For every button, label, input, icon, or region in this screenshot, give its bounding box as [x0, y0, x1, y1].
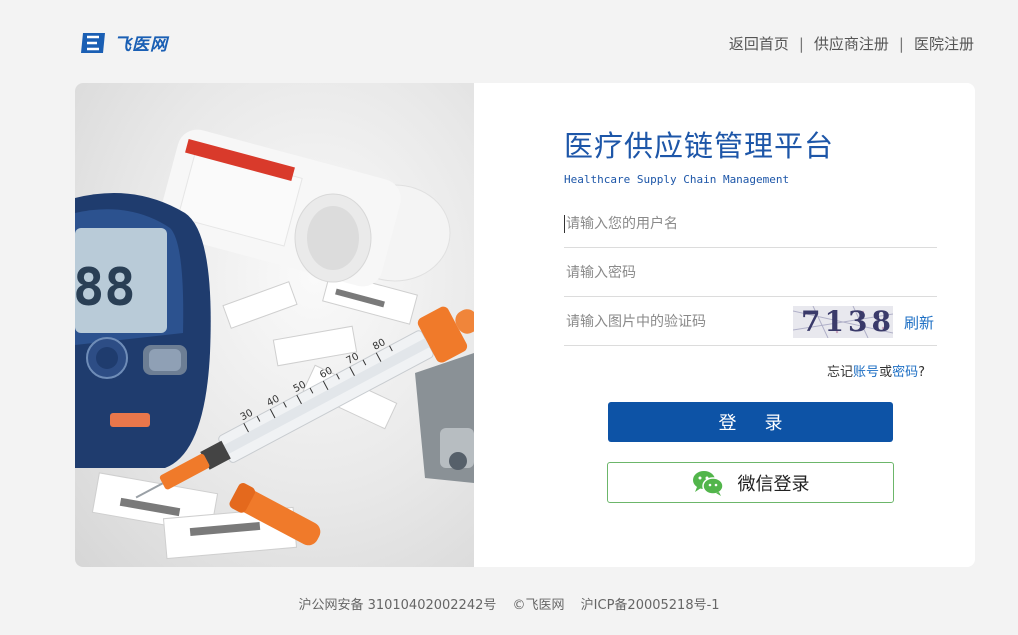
- medical-supplies-illustration: 88 30 40 50 60 70 80: [75, 129, 474, 560]
- forgot-prefix: 忘记: [827, 365, 854, 380]
- nav-separator: |: [798, 34, 804, 53]
- wechat-login-button[interactable]: 微信登录: [607, 462, 894, 503]
- captcha-field: 7138 刷新: [564, 297, 937, 346]
- meter-display-digits: 88: [75, 258, 136, 318]
- captcha-input[interactable]: [566, 311, 786, 333]
- login-card: 88 30 40 50 60 70 80 医疗供应链管理平台 Healthcar…: [75, 83, 975, 567]
- captcha-image[interactable]: 7138: [793, 306, 893, 338]
- nav-separator: |: [898, 34, 904, 53]
- footer-beian: 沪公网安备 31010402002242号: [298, 598, 497, 613]
- text-caret: [564, 215, 565, 233]
- hero-image: 88 30 40 50 60 70 80: [75, 83, 474, 567]
- login-form: 医疗供应链管理平台 Healthcare Supply Chain Manage…: [564, 83, 937, 567]
- header: 飞医网 返回首页 | 供应商注册 | 医院注册: [0, 0, 1018, 83]
- password-input[interactable]: [566, 262, 786, 284]
- username-input[interactable]: [566, 213, 786, 235]
- footer-copyright: ©飞医网: [512, 598, 565, 613]
- logo-text: 飞医网: [114, 35, 168, 55]
- password-field: [564, 248, 937, 297]
- wechat-login-label: 微信登录: [737, 473, 810, 495]
- nav-hospital-register-link[interactable]: 医院注册: [914, 33, 974, 54]
- forgot-suffix: ?: [918, 365, 925, 380]
- forgot-or: 或: [879, 365, 893, 380]
- login-button[interactable]: 登录: [608, 402, 893, 442]
- top-nav: 返回首页 | 供应商注册 | 医院注册: [729, 33, 974, 54]
- forgot-credentials: 忘记账号或密码?: [827, 361, 925, 380]
- footer: 沪公网安备 31010402002242号 ©飞医网 沪ICP备20005218…: [0, 594, 1018, 613]
- username-field: [564, 199, 937, 248]
- wechat-icon: [692, 470, 724, 496]
- captcha-text: 7138: [801, 306, 893, 338]
- logo[interactable]: 飞医网: [80, 30, 168, 55]
- page-title: 医疗供应链管理平台: [564, 129, 835, 163]
- logo-icon: [81, 32, 105, 53]
- forgot-password-link[interactable]: 密码: [892, 365, 918, 380]
- forgot-account-link[interactable]: 账号: [853, 365, 879, 380]
- refresh-captcha-link[interactable]: 刷新: [904, 312, 934, 333]
- nav-home-link[interactable]: 返回首页: [729, 33, 789, 54]
- footer-icp-link[interactable]: 沪ICP备20005218号-1: [581, 598, 720, 613]
- page-subtitle: Healthcare Supply Chain Management: [564, 173, 790, 186]
- nav-supplier-register-link[interactable]: 供应商注册: [814, 33, 889, 54]
